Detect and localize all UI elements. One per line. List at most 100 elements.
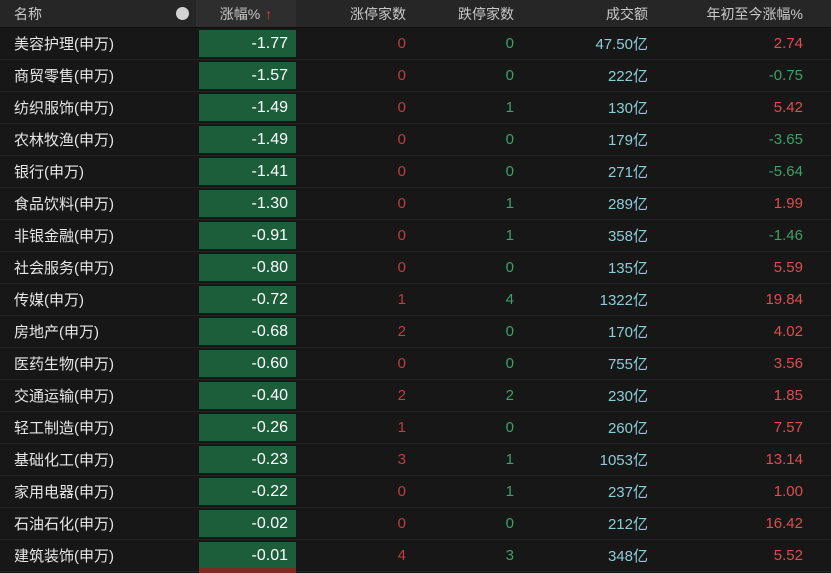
limit-down-count: 0 [505,67,514,84]
sector-row[interactable]: 建筑装饰(申万) -0.01 4 3 348亿 5.52 [0,540,831,572]
sector-name: 建筑装饰(申万) [14,548,114,565]
limit-down-count: 0 [505,515,514,532]
limit-up-count: 0 [397,67,406,84]
sector-name: 医药生物(申万) [14,356,114,373]
pct-change-cell: -1.77 [199,30,296,57]
pct-cell-wrap: -1.57 [196,60,296,91]
limit-up-count: 0 [397,227,406,244]
ytd-change-value: 13.14 [765,451,803,468]
limit-up-count: 0 [397,355,406,372]
limit-down-count: 1 [505,99,514,116]
turnover-value: 170亿 [607,324,648,341]
pct-cell-wrap: -1.30 [196,188,296,219]
sector-name: 商贸零售(申万) [14,68,114,85]
turnover-value: 130亿 [607,100,648,117]
sector-row[interactable]: 传媒(申万) -0.72 1 4 1322亿 19.84 [0,284,831,316]
turnover-value: 237亿 [607,484,648,501]
sector-row[interactable]: 食品饮料(申万) -1.30 0 1 289亿 1.99 [0,188,831,220]
ytd-change-value: -3.65 [768,131,803,148]
sector-name: 轻工制造(申万) [14,420,114,437]
pct-change-cell: -0.40 [199,382,296,409]
pct-change-cell: -1.30 [199,190,296,217]
sector-row[interactable]: 银行(申万) -1.41 0 0 271亿 -5.64 [0,156,831,188]
limit-down-count: 0 [505,419,514,436]
ytd-change-value: -5.64 [768,163,803,180]
limit-up-count: 2 [397,387,406,404]
ytd-change-value: 4.02 [773,323,803,340]
limit-up-count: 0 [397,483,406,500]
sector-row[interactable]: 美容护理(申万) -1.77 0 0 47.50亿 2.74 [0,28,831,60]
pct-cell-wrap: -0.01 [196,540,296,571]
turnover-value: 358亿 [607,228,648,245]
ytd-change-value: 1.99 [773,195,803,212]
sector-name: 基础化工(申万) [14,452,114,469]
turnover-value: 135亿 [607,260,648,277]
pct-cell-wrap: -1.41 [196,156,296,187]
sector-name: 石油石化(申万) [14,516,114,533]
sector-row[interactable]: 石油石化(申万) -0.02 0 0 212亿 16.42 [0,508,831,540]
column-header-turnover[interactable]: 成交额 [520,0,650,27]
turnover-value: 260亿 [607,420,648,437]
limit-down-count: 3 [505,547,514,564]
limit-up-count: 0 [397,259,406,276]
pct-cell-wrap: -1.49 [196,124,296,155]
column-header-pct[interactable]: 涨幅% ↑ [196,0,296,27]
table-body: 美容护理(申万) -1.77 0 0 47.50亿 2.74 商贸零售(申万) -1.57 0 0… [0,28,831,572]
column-header-ytd[interactable]: 年初至今涨幅% [650,0,831,27]
pct-change-cell: -0.60 [199,350,296,377]
turnover-value: 230亿 [607,388,648,405]
sector-name: 农林牧渔(申万) [14,132,114,149]
pct-change-cell: -1.57 [199,62,296,89]
table-header: 名称 涨幅% ↑ 涨停家数 跌停家数 成交额 年初至今涨幅% [0,0,831,28]
limit-down-count: 1 [505,195,514,212]
limit-down-count: 2 [505,387,514,404]
sector-row[interactable]: 交通运输(申万) -0.40 2 2 230亿 1.85 [0,380,831,412]
sector-row[interactable]: 非银金融(申万) -0.91 0 1 358亿 -1.46 [0,220,831,252]
pct-cell-wrap: -0.40 [196,380,296,411]
sector-row[interactable]: 商贸零售(申万) -1.57 0 0 222亿 -0.75 [0,60,831,92]
sector-row[interactable]: 轻工制造(申万) -0.26 1 0 260亿 7.57 [0,412,831,444]
limit-down-count: 0 [505,163,514,180]
turnover-value: 271亿 [607,164,648,181]
sector-row[interactable]: 农林牧渔(申万) -1.49 0 0 179亿 -3.65 [0,124,831,156]
limit-up-count: 3 [397,451,406,468]
limit-up-count: 0 [397,163,406,180]
turnover-value: 1322亿 [599,292,648,309]
limit-down-count: 1 [505,483,514,500]
limit-up-count: 1 [397,419,406,436]
column-header-limit-down[interactable]: 跌停家数 [410,0,520,27]
sector-row[interactable]: 基础化工(申万) -0.23 3 1 1053亿 13.14 [0,444,831,476]
sector-name: 非银金融(申万) [14,228,114,245]
sector-row[interactable]: 家用电器(申万) -0.22 0 1 237亿 1.00 [0,476,831,508]
ytd-change-value: 1.85 [773,387,803,404]
pct-cell-wrap: -0.02 [196,508,296,539]
limit-down-count: 0 [505,355,514,372]
sector-row[interactable]: 纺织服饰(申万) -1.49 0 1 130亿 5.42 [0,92,831,124]
ytd-change-value: -1.46 [768,227,803,244]
turnover-value: 289亿 [607,196,648,213]
column-header-turnover-label: 成交额 [606,5,648,22]
sector-row[interactable]: 社会服务(申万) -0.80 0 0 135亿 5.59 [0,252,831,284]
column-header-name[interactable]: 名称 [0,0,196,27]
pct-cell-wrap: -0.60 [196,348,296,379]
sector-row[interactable]: 医药生物(申万) -0.60 0 0 755亿 3.56 [0,348,831,380]
limit-down-count: 0 [505,35,514,52]
turnover-value: 222亿 [607,68,648,85]
sector-name: 纺织服饰(申万) [14,100,114,117]
ytd-change-value: 2.74 [773,35,803,52]
turnover-value: 47.50亿 [595,36,648,53]
ytd-change-value: 7.57 [773,419,803,436]
pct-cell-wrap: -0.68 [196,316,296,347]
pct-change-cell: -0.01 [199,542,296,569]
sector-row[interactable]: 房地产(申万) -0.68 2 0 170亿 4.02 [0,316,831,348]
column-header-name-label: 名称 [14,5,42,22]
sector-name: 食品饮料(申万) [14,196,114,213]
next-row-pct-cell-partial [199,568,296,573]
column-header-limit-up[interactable]: 涨停家数 [296,0,410,27]
sector-name: 传媒(申万) [14,292,84,309]
limit-up-count: 0 [397,195,406,212]
pct-change-cell: -0.91 [199,222,296,249]
ytd-change-value: -0.75 [768,67,803,84]
sector-name: 银行(申万) [14,164,84,181]
limit-down-count: 0 [505,259,514,276]
